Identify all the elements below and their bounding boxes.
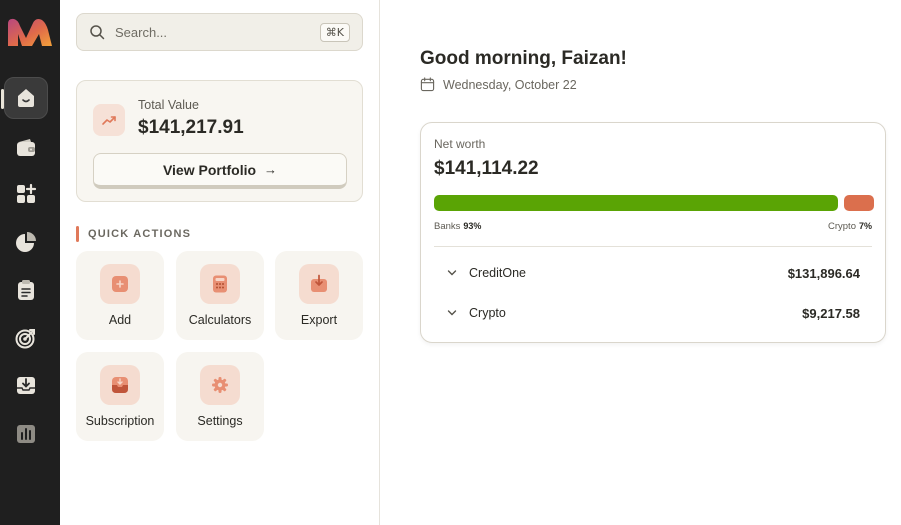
- account-row[interactable]: CreditOne $131,896.64: [447, 263, 860, 283]
- arrow-right-icon: →: [264, 162, 278, 177]
- account-value: $9,217.58: [802, 305, 860, 321]
- calculator-icon: [213, 275, 227, 293]
- allocation-label-crypto: Crypto 7%: [828, 221, 872, 232]
- account-name: CreditOne: [469, 266, 526, 280]
- quick-action-icon-box: [200, 264, 240, 304]
- app-logo[interactable]: [4, 14, 54, 50]
- quick-action-label: Add: [108, 313, 132, 327]
- chevron-down-icon[interactable]: [447, 268, 457, 278]
- net-worth-card: Net worth $141,114.22 Banks 93% Crypto 7% …: [420, 122, 886, 343]
- search-icon: [90, 25, 105, 40]
- account-name: Crypto: [469, 306, 506, 320]
- pie-chart-icon: [16, 232, 36, 252]
- side-panel: Search... ⌘K Total Value $141,217.91 Vie…: [60, 0, 380, 525]
- wallet-icon: [17, 139, 35, 156]
- total-value-amount: $141,217.91: [138, 117, 244, 138]
- allocation-name: Crypto: [828, 221, 856, 232]
- quick-actions-title: QUICK ACTIONS: [88, 228, 192, 240]
- allocation-percent: 7%: [858, 221, 872, 231]
- quick-action-label: Subscription: [85, 414, 155, 428]
- account-value: $131,896.64: [787, 265, 860, 281]
- quick-action-add[interactable]: Add: [76, 251, 164, 340]
- trend-up-icon-box: [93, 104, 125, 136]
- allocation-name: Banks: [434, 221, 461, 232]
- date-row: Wednesday, October 22: [420, 77, 577, 92]
- search-shortcut-badge: ⌘K: [319, 22, 350, 42]
- total-value-card: Total Value $141,217.91 View Portfolio →: [76, 80, 363, 202]
- quick-action-icon-box: [200, 365, 240, 405]
- trend-up-icon: [102, 116, 116, 125]
- allocation-label-banks: Banks 93%: [434, 221, 481, 232]
- quick-action-label: Export: [300, 313, 338, 327]
- view-portfolio-label: View Portfolio: [162, 161, 257, 178]
- search-placeholder[interactable]: Search...: [115, 25, 320, 40]
- section-accent-bar: [76, 226, 79, 242]
- allocation-segment-crypto: [843, 195, 874, 211]
- quick-actions-header: QUICK ACTIONS: [76, 226, 191, 242]
- quick-action-export[interactable]: Export: [275, 251, 363, 340]
- plus-square-icon: [112, 276, 128, 292]
- home-icon: [18, 89, 34, 107]
- download-tray-icon: [17, 377, 35, 394]
- allocation-bar: [434, 195, 874, 211]
- quick-action-icon-box: [100, 365, 140, 405]
- calendar-icon: [420, 77, 435, 92]
- quick-action-icon-box: [299, 264, 339, 304]
- target-icon: [15, 329, 35, 349]
- allocation-segment-banks: [434, 195, 838, 211]
- view-portfolio-button[interactable]: View Portfolio →: [93, 153, 347, 189]
- gear-icon: [212, 377, 228, 393]
- account-row[interactable]: Crypto $9,217.58: [447, 303, 860, 323]
- quick-action-calculators[interactable]: Calculators: [176, 251, 264, 340]
- bar-chart-icon: [17, 425, 35, 443]
- allocation-percent: 93%: [463, 221, 482, 231]
- quick-action-settings[interactable]: Settings: [176, 352, 264, 441]
- apps-add-icon: [17, 183, 37, 203]
- rail-imports-button[interactable]: [4, 364, 48, 406]
- net-worth-value: $141,114.22: [434, 158, 539, 179]
- nav-rail: [0, 0, 60, 525]
- rail-apps-button[interactable]: [4, 173, 48, 215]
- net-worth-label: Net worth: [434, 137, 486, 151]
- subscription-icon: [112, 377, 128, 393]
- rail-tasks-button[interactable]: [4, 269, 48, 311]
- total-value-label: Total Value: [138, 98, 199, 112]
- quick-action-label: Calculators: [188, 313, 252, 327]
- rail-goals-button[interactable]: [4, 317, 48, 359]
- quick-action-icon-box: [100, 264, 140, 304]
- quick-action-label: Settings: [197, 414, 243, 428]
- rail-analytics-button[interactable]: [4, 221, 48, 263]
- export-icon: [311, 274, 327, 292]
- rail-home-button[interactable]: [1, 77, 48, 119]
- divider: [434, 246, 872, 247]
- search-bar[interactable]: Search... ⌘K: [76, 13, 363, 51]
- current-date: Wednesday, October 22: [443, 77, 577, 92]
- chevron-down-icon[interactable]: [447, 308, 457, 318]
- rail-wallet-button[interactable]: [4, 126, 48, 168]
- clipboard-icon: [18, 280, 34, 300]
- rail-reports-button[interactable]: [4, 413, 48, 455]
- quick-action-subscription[interactable]: Subscription: [76, 352, 164, 441]
- page-title: Good morning, Faizan!: [420, 48, 627, 69]
